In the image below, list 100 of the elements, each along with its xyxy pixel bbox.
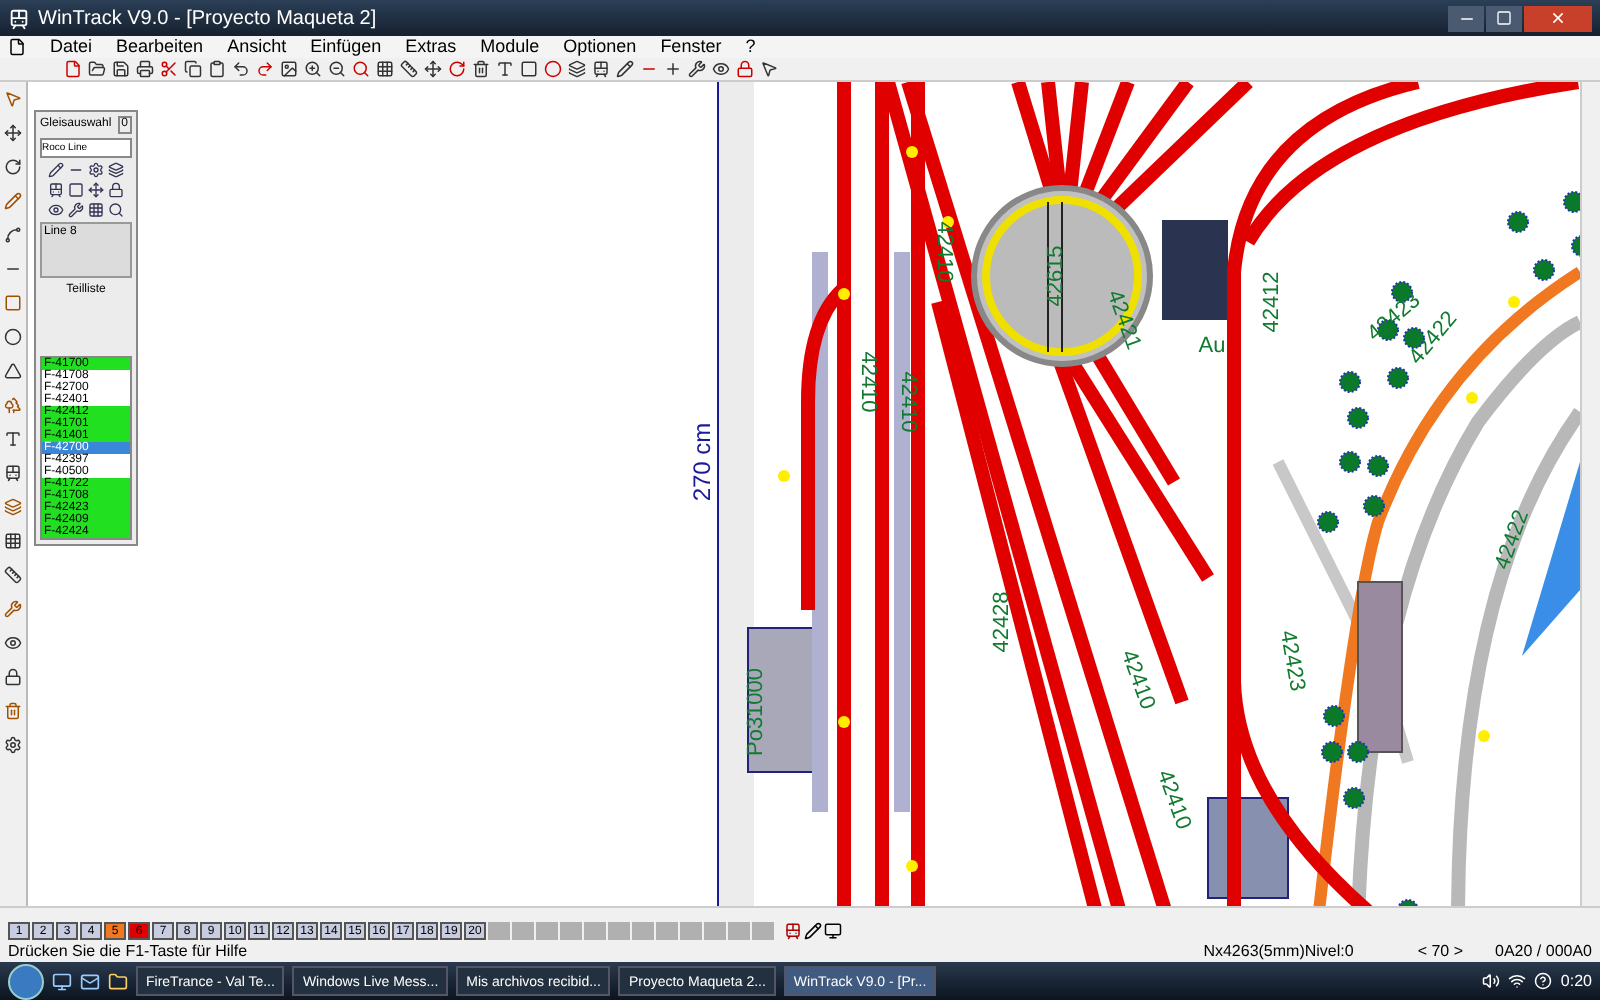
- minimize-button[interactable]: [1448, 5, 1484, 31]
- text-icon[interactable]: [4, 430, 22, 448]
- printer-icon[interactable]: [136, 60, 154, 78]
- folder-icon[interactable]: [108, 971, 128, 991]
- start-button[interactable]: [8, 963, 44, 999]
- ruler-icon[interactable]: [400, 60, 418, 78]
- track-label: 42410: [896, 371, 920, 433]
- lock-icon[interactable]: [4, 668, 22, 686]
- panel-tool-icon[interactable]: [88, 162, 104, 178]
- grid-icon[interactable]: [376, 60, 394, 78]
- clipboard-icon[interactable]: [208, 60, 226, 78]
- redo-icon[interactable]: [256, 60, 274, 78]
- track-label: 42412: [1260, 271, 1284, 333]
- panel-tool-icon[interactable]: [68, 202, 84, 218]
- eye-icon[interactable]: [4, 634, 22, 652]
- rotate-icon[interactable]: [448, 60, 466, 78]
- new-file-icon[interactable]: [64, 60, 82, 78]
- save-icon[interactable]: [112, 60, 130, 78]
- search-icon[interactable]: [352, 60, 370, 78]
- panel-tool-icon[interactable]: [108, 162, 124, 178]
- grid-icon[interactable]: [4, 532, 22, 550]
- track-label: 42423: [1274, 628, 1310, 694]
- document-icon: [8, 38, 26, 56]
- pointer-icon[interactable]: [4, 90, 22, 108]
- menu-item[interactable]: Einfügen: [310, 36, 382, 58]
- circle-icon[interactable]: [4, 328, 22, 346]
- move-icon[interactable]: [424, 60, 442, 78]
- panel-tool-icon[interactable]: [48, 162, 64, 178]
- ruler-label: 270 cm: [690, 422, 716, 502]
- menu-item[interactable]: Datei: [50, 36, 93, 58]
- status-zoom: < 70 >: [1417, 940, 1464, 964]
- track-label: Po31000: [744, 667, 768, 757]
- undo-icon[interactable]: [232, 60, 250, 78]
- panel-tool-icon[interactable]: [108, 202, 124, 218]
- circle-icon[interactable]: [544, 60, 562, 78]
- pointer-icon[interactable]: [760, 60, 778, 78]
- trash-icon[interactable]: [472, 60, 490, 78]
- zoom-in-icon[interactable]: [304, 60, 322, 78]
- menu-item[interactable]: Bearbeiten: [116, 36, 204, 58]
- wrench-icon[interactable]: [688, 60, 706, 78]
- train-icon[interactable]: [4, 464, 22, 482]
- layers-icon[interactable]: [4, 498, 22, 516]
- copy-icon[interactable]: [184, 60, 202, 78]
- panel-tool-icon[interactable]: [88, 202, 104, 218]
- status-coordinates: 0A20 / 000A0: [1495, 940, 1592, 964]
- track-label: 42410: [1151, 767, 1196, 833]
- square-icon[interactable]: [4, 294, 22, 312]
- square-icon[interactable]: [520, 60, 538, 78]
- train-icon[interactable]: [784, 922, 802, 940]
- menu-item[interactable]: Module: [480, 36, 540, 58]
- wrench-icon[interactable]: [4, 600, 22, 618]
- menu-item[interactable]: Extras: [405, 36, 457, 58]
- text-icon[interactable]: [496, 60, 514, 78]
- panel-tool-icon[interactable]: [48, 182, 64, 198]
- panel-tool-icon[interactable]: [88, 182, 104, 198]
- help-icon[interactable]: [1534, 972, 1553, 990]
- track-label: 42410: [856, 351, 880, 413]
- eye-icon[interactable]: [712, 60, 730, 78]
- monitor-icon[interactable]: [824, 922, 842, 940]
- track-label: 42428: [990, 591, 1014, 653]
- image-icon[interactable]: [280, 60, 298, 78]
- plus-icon[interactable]: [664, 60, 682, 78]
- menu-item[interactable]: Ansicht: [227, 36, 287, 58]
- vertical-scrollbar[interactable]: [1580, 82, 1600, 906]
- rotate-icon[interactable]: [4, 158, 22, 176]
- tree-icon[interactable]: [4, 396, 22, 414]
- panel-tool-icon[interactable]: [108, 182, 124, 198]
- ruler-icon[interactable]: [4, 566, 22, 584]
- mail-icon[interactable]: [80, 971, 100, 991]
- trash-icon[interactable]: [4, 702, 22, 720]
- app-icon: [8, 7, 30, 29]
- move-icon[interactable]: [4, 124, 22, 142]
- close-button[interactable]: [1524, 5, 1592, 31]
- pencil-icon[interactable]: [804, 922, 822, 940]
- curve-icon[interactable]: [4, 226, 22, 244]
- panel-tool-icon[interactable]: [48, 202, 64, 218]
- zoom-out-icon[interactable]: [328, 60, 346, 78]
- menu-item[interactable]: Fenster: [660, 36, 722, 58]
- track-label: 42615: [1044, 245, 1068, 307]
- triangle-icon[interactable]: [4, 362, 22, 380]
- layers-icon[interactable]: [568, 60, 586, 78]
- pencil-icon[interactable]: [616, 60, 634, 78]
- train-icon[interactable]: [592, 60, 610, 78]
- window-title: WinTrack V9.0 - [Proyecto Maqueta 2]: [38, 5, 377, 33]
- track-label: 42410: [1115, 647, 1160, 713]
- settings-icon[interactable]: [4, 736, 22, 754]
- volume-icon[interactable]: [1482, 972, 1501, 990]
- menu-item[interactable]: ?: [745, 36, 756, 58]
- scissors-icon[interactable]: [160, 60, 178, 78]
- status-help-text: Drücken Sie die F1-Taste für Hilfe: [8, 940, 248, 964]
- maximize-button[interactable]: [1486, 5, 1522, 31]
- menu-item[interactable]: Optionen: [563, 36, 637, 58]
- track-label: 42422: [1490, 507, 1535, 573]
- network-icon[interactable]: [1508, 972, 1527, 990]
- clock: 0:20: [1560, 969, 1592, 993]
- lock-icon[interactable]: [736, 60, 754, 78]
- open-folder-icon[interactable]: [88, 60, 106, 78]
- desktop-icon[interactable]: [52, 971, 72, 991]
- track-label: Au: [1198, 334, 1226, 358]
- maximize-icon: [1496, 10, 1512, 27]
